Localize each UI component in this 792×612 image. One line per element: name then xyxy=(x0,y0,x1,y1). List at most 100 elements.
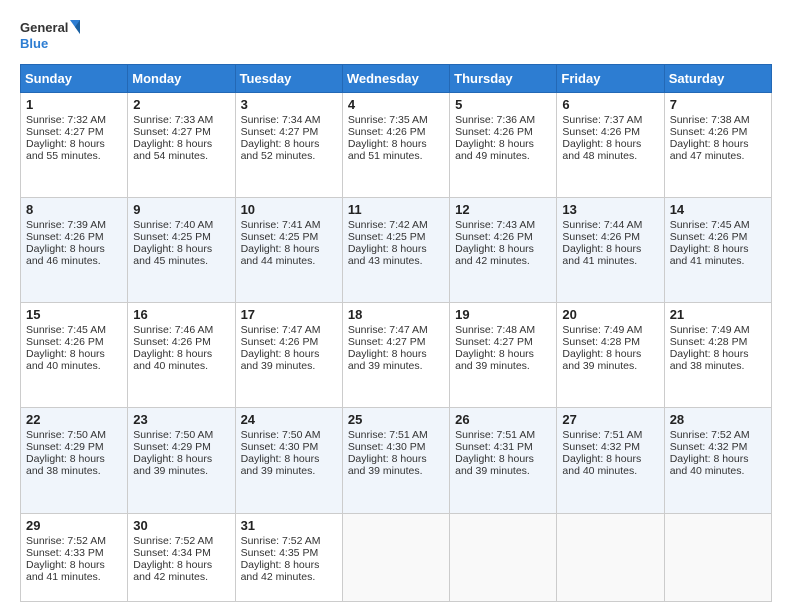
sunset-line: Sunset: 4:26 PM xyxy=(562,126,658,138)
daylight-line: Daylight: 8 hours and 51 minutes. xyxy=(348,138,444,162)
calendar-cell xyxy=(664,513,771,601)
day-header-monday: Monday xyxy=(128,65,235,93)
day-number: 19 xyxy=(455,307,551,322)
calendar-cell: 23 Sunrise: 7:50 AMSunset: 4:29 PMDayligh… xyxy=(128,408,235,513)
calendar-cell: 20Sunrise: 7:49 AMSunset: 4:28 PMDayligh… xyxy=(557,303,664,408)
sunset-line: Sunset: 4:29 PM xyxy=(133,441,229,453)
sunrise-line: Sunrise: 7:52 AM xyxy=(26,535,122,547)
calendar-cell: 17Sunrise: 7:47 AMSunset: 4:26 PMDayligh… xyxy=(235,303,342,408)
calendar-cell: 16Sunrise: 7:46 AMSunset: 4:26 PMDayligh… xyxy=(128,303,235,408)
daylight-line: Daylight: 8 hours and 40 minutes. xyxy=(133,348,229,372)
calendar-cell: 22Sunrise: 7:50 AMSunset: 4:29 PMDayligh… xyxy=(21,408,128,513)
daylight-line: Daylight: 8 hours and 42 minutes. xyxy=(241,559,337,583)
calendar-cell: 30Sunrise: 7:52 AMSunset: 4:34 PMDayligh… xyxy=(128,513,235,601)
day-header-thursday: Thursday xyxy=(450,65,557,93)
daylight-line: Daylight: 8 hours and 38 minutes. xyxy=(26,453,122,477)
daylight-line: Daylight: 8 hours and 39 minutes. xyxy=(133,453,229,477)
header: General Blue xyxy=(20,16,772,54)
day-number: 5 xyxy=(455,97,551,112)
logo: General Blue xyxy=(20,16,80,54)
sunrise-line: Sunrise: 7:52 AM xyxy=(241,535,337,547)
page: General Blue SundayMondayTuesdayWednesda… xyxy=(0,0,792,612)
calendar-cell: 1Sunrise: 7:32 AMSunset: 4:27 PMDaylight… xyxy=(21,93,128,198)
daylight-line: Daylight: 8 hours and 48 minutes. xyxy=(562,138,658,162)
calendar-cell: 4Sunrise: 7:35 AMSunset: 4:26 PMDaylight… xyxy=(342,93,449,198)
sunset-line: Sunset: 4:26 PM xyxy=(133,336,229,348)
calendar-cell: 2Sunrise: 7:33 AMSunset: 4:27 PMDaylight… xyxy=(128,93,235,198)
day-number: 10 xyxy=(241,202,337,217)
daylight-line: Daylight: 8 hours and 49 minutes. xyxy=(455,138,551,162)
sunrise-line: Sunrise: 7:45 AM xyxy=(670,219,766,231)
calendar-cell: 7Sunrise: 7:38 AMSunset: 4:26 PMDaylight… xyxy=(664,93,771,198)
daylight-line: Daylight: 8 hours and 39 minutes. xyxy=(348,453,444,477)
day-number: 7 xyxy=(670,97,766,112)
daylight-line: Daylight: 8 hours and 42 minutes. xyxy=(133,559,229,583)
day-number: 11 xyxy=(348,202,444,217)
sunset-line: Sunset: 4:26 PM xyxy=(670,126,766,138)
sunset-line: Sunset: 4:25 PM xyxy=(133,231,229,243)
sunset-line: Sunset: 4:31 PM xyxy=(455,441,551,453)
day-number: 16 xyxy=(133,307,229,322)
day-number: 18 xyxy=(348,307,444,322)
day-number: 17 xyxy=(241,307,337,322)
sunrise-line: Sunrise: 7:40 AM xyxy=(133,219,229,231)
day-number: 23 xyxy=(133,412,229,427)
sunrise-line: Sunrise: 7:52 AM xyxy=(133,535,229,547)
calendar-cell: 10Sunrise: 7:41 AMSunset: 4:25 PMDayligh… xyxy=(235,198,342,303)
sunrise-line: Sunrise: 7:41 AM xyxy=(241,219,337,231)
daylight-line: Daylight: 8 hours and 55 minutes. xyxy=(26,138,122,162)
sunset-line: Sunset: 4:26 PM xyxy=(455,231,551,243)
day-number: 13 xyxy=(562,202,658,217)
sunset-line: Sunset: 4:27 PM xyxy=(26,126,122,138)
calendar-week-row: 22Sunrise: 7:50 AMSunset: 4:29 PMDayligh… xyxy=(21,408,772,513)
sunset-line: Sunset: 4:35 PM xyxy=(241,547,337,559)
calendar-cell: 14Sunrise: 7:45 AMSunset: 4:26 PMDayligh… xyxy=(664,198,771,303)
sunset-line: Sunset: 4:33 PM xyxy=(26,547,122,559)
day-number: 20 xyxy=(562,307,658,322)
calendar-cell: 29Sunrise: 7:52 AMSunset: 4:33 PMDayligh… xyxy=(21,513,128,601)
daylight-line: Daylight: 8 hours and 41 minutes. xyxy=(670,243,766,267)
sunrise-line: Sunrise: 7:51 AM xyxy=(562,429,658,441)
sunrise-line: Sunrise: 7:47 AM xyxy=(348,324,444,336)
sunrise-line: Sunrise: 7:38 AM xyxy=(670,114,766,126)
daylight-line: Daylight: 8 hours and 39 minutes. xyxy=(348,348,444,372)
sunset-line: Sunset: 4:32 PM xyxy=(562,441,658,453)
calendar-cell xyxy=(450,513,557,601)
day-number: 14 xyxy=(670,202,766,217)
sunset-line: Sunset: 4:27 PM xyxy=(348,336,444,348)
calendar-week-row: 29Sunrise: 7:52 AMSunset: 4:33 PMDayligh… xyxy=(21,513,772,601)
day-number: 1 xyxy=(26,97,122,112)
day-number: 28 xyxy=(670,412,766,427)
sunrise-line: Sunrise: 7:35 AM xyxy=(348,114,444,126)
daylight-line: Daylight: 8 hours and 54 minutes. xyxy=(133,138,229,162)
day-number: 3 xyxy=(241,97,337,112)
day-number: 6 xyxy=(562,97,658,112)
sunrise-line: Sunrise: 7:42 AM xyxy=(348,219,444,231)
sunrise-line: Sunrise: 7:50 AM xyxy=(133,429,229,441)
sunrise-line: Sunrise: 7:51 AM xyxy=(348,429,444,441)
calendar-cell: 12Sunrise: 7:43 AMSunset: 4:26 PMDayligh… xyxy=(450,198,557,303)
sunrise-line: Sunrise: 7:52 AM xyxy=(670,429,766,441)
calendar-cell: 19Sunrise: 7:48 AMSunset: 4:27 PMDayligh… xyxy=(450,303,557,408)
daylight-line: Daylight: 8 hours and 41 minutes. xyxy=(26,559,122,583)
daylight-line: Daylight: 8 hours and 52 minutes. xyxy=(241,138,337,162)
day-number: 27 xyxy=(562,412,658,427)
calendar-cell: 25Sunrise: 7:51 AMSunset: 4:30 PMDayligh… xyxy=(342,408,449,513)
calendar-cell: 26Sunrise: 7:51 AMSunset: 4:31 PMDayligh… xyxy=(450,408,557,513)
sunset-line: Sunset: 4:27 PM xyxy=(455,336,551,348)
sunrise-line: Sunrise: 7:44 AM xyxy=(562,219,658,231)
calendar-cell xyxy=(557,513,664,601)
svg-text:Blue: Blue xyxy=(20,36,48,51)
daylight-line: Daylight: 8 hours and 39 minutes. xyxy=(241,348,337,372)
sunrise-line: Sunrise: 7:45 AM xyxy=(26,324,122,336)
day-number: 25 xyxy=(348,412,444,427)
day-header-tuesday: Tuesday xyxy=(235,65,342,93)
sunrise-line: Sunrise: 7:36 AM xyxy=(455,114,551,126)
calendar-cell: 21Sunrise: 7:49 AMSunset: 4:28 PMDayligh… xyxy=(664,303,771,408)
sunset-line: Sunset: 4:34 PM xyxy=(133,547,229,559)
calendar-cell: 24Sunrise: 7:50 AMSunset: 4:30 PMDayligh… xyxy=(235,408,342,513)
calendar-cell: 6Sunrise: 7:37 AMSunset: 4:26 PMDaylight… xyxy=(557,93,664,198)
calendar-cell: 13Sunrise: 7:44 AMSunset: 4:26 PMDayligh… xyxy=(557,198,664,303)
day-number: 15 xyxy=(26,307,122,322)
day-header-friday: Friday xyxy=(557,65,664,93)
